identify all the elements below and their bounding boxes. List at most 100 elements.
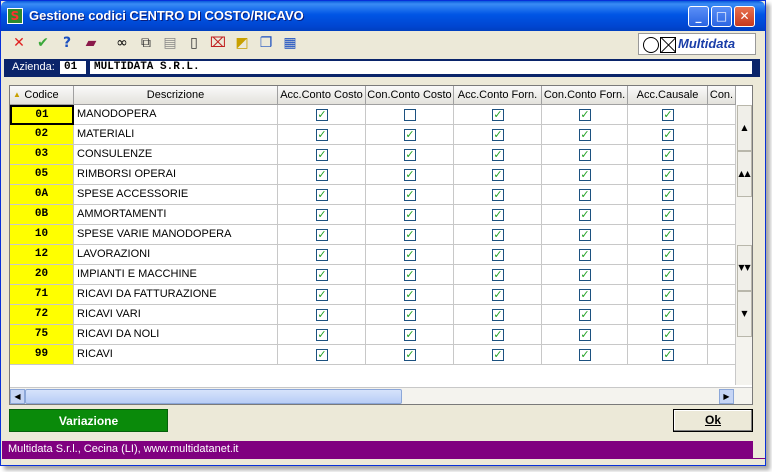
checkbox-cell[interactable]: ✓ — [454, 285, 542, 305]
checked-checkbox-icon[interactable]: ✓ — [579, 149, 591, 161]
checkbox-cell[interactable]: ✓ — [542, 125, 628, 145]
description-cell[interactable]: RIMBORSI OPERAI — [74, 165, 278, 185]
window-icon[interactable]: ❐ — [257, 34, 275, 52]
checked-checkbox-icon[interactable]: ✓ — [404, 289, 416, 301]
checked-checkbox-icon[interactable]: ✓ — [492, 309, 504, 321]
code-cell[interactable]: 03 — [10, 145, 74, 165]
checkbox-cell[interactable]: ✓ — [628, 145, 708, 165]
checked-checkbox-icon[interactable]: ✓ — [316, 109, 328, 121]
checked-checkbox-icon[interactable]: ✓ — [579, 289, 591, 301]
checkbox-cell[interactable]: ✓ — [628, 125, 708, 145]
checked-checkbox-icon[interactable]: ✓ — [492, 109, 504, 121]
checked-checkbox-icon[interactable]: ✓ — [662, 109, 674, 121]
checkbox-cell[interactable]: ✓ — [454, 305, 542, 325]
checkbox-cell[interactable]: ✓ — [278, 325, 366, 345]
checked-checkbox-icon[interactable]: ✓ — [404, 169, 416, 181]
column-header-codice[interactable]: ▲ Codice — [10, 86, 74, 105]
close-button[interactable]: ✕ — [734, 6, 755, 27]
table-row[interactable]: 0A SPESE ACCESSORIE ✓ ✓ ✓ ✓ ✓ — [10, 185, 736, 205]
checked-checkbox-icon[interactable]: ✓ — [579, 269, 591, 281]
checked-checkbox-icon[interactable]: ✓ — [316, 289, 328, 301]
checked-checkbox-icon[interactable]: ✓ — [404, 149, 416, 161]
code-cell[interactable]: 0B — [10, 205, 74, 225]
checkbox-cell[interactable]: ✓ — [542, 205, 628, 225]
checked-checkbox-icon[interactable]: ✓ — [316, 269, 328, 281]
checkbox-cell[interactable]: ✓ — [278, 305, 366, 325]
checked-checkbox-icon[interactable]: ✓ — [492, 149, 504, 161]
checkbox-cell[interactable]: ✓ — [454, 225, 542, 245]
checked-checkbox-icon[interactable]: ✓ — [404, 309, 416, 321]
table-row[interactable]: 72 RICAVI VARI ✓ ✓ ✓ ✓ ✓ — [10, 305, 736, 325]
checkbox-cell[interactable]: ✓ — [542, 225, 628, 245]
table-row[interactable]: 20 IMPIANTI E MACCHINE ✓ ✓ ✓ ✓ ✓ — [10, 265, 736, 285]
checked-checkbox-icon[interactable]: ✓ — [492, 329, 504, 341]
checked-checkbox-icon[interactable]: ✓ — [492, 189, 504, 201]
code-cell[interactable]: 71 — [10, 285, 74, 305]
checkbox-cell[interactable]: ✓ — [278, 345, 366, 365]
column-header-acc-conto-costo[interactable]: Acc.Conto Costo — [278, 86, 366, 105]
maximize-button[interactable]: □ — [711, 6, 732, 27]
delete-row-icon[interactable]: ⌧ — [209, 34, 227, 52]
description-cell[interactable]: RICAVI DA NOLI — [74, 325, 278, 345]
checked-checkbox-icon[interactable]: ✓ — [316, 149, 328, 161]
checked-checkbox-icon[interactable]: ✓ — [316, 349, 328, 361]
checked-checkbox-icon[interactable]: ✓ — [404, 129, 416, 141]
book-icon[interactable]: ▰ — [82, 34, 100, 52]
checkbox-cell[interactable]: ✓ — [278, 185, 366, 205]
checked-checkbox-icon[interactable]: ✓ — [316, 329, 328, 341]
checkbox-cell[interactable]: ✓ — [542, 165, 628, 185]
table-row[interactable]: 05 RIMBORSI OPERAI ✓ ✓ ✓ ✓ ✓ — [10, 165, 736, 185]
checkbox-cell[interactable]: ✓ — [454, 165, 542, 185]
column-header-descrizione[interactable]: Descrizione — [74, 86, 278, 105]
checkbox-cell[interactable]: ✓ — [366, 325, 454, 345]
cancel-icon[interactable]: ✕ — [10, 34, 28, 52]
title-bar[interactable]: S Gestione codici CENTRO DI COSTO/RICAVO… — [1, 1, 765, 31]
table-row[interactable]: 03 CONSULENZE ✓ ✓ ✓ ✓ ✓ — [10, 145, 736, 165]
checked-checkbox-icon[interactable]: ✓ — [579, 349, 591, 361]
checkbox-cell[interactable]: ✓ — [628, 245, 708, 265]
checked-checkbox-icon[interactable]: ✓ — [579, 189, 591, 201]
checkbox-cell[interactable]: ✓ — [628, 345, 708, 365]
checkbox-cell[interactable]: ✓ — [628, 305, 708, 325]
checked-checkbox-icon[interactable]: ✓ — [579, 229, 591, 241]
checked-checkbox-icon[interactable]: ✓ — [404, 349, 416, 361]
checkbox-cell[interactable]: ✓ — [278, 265, 366, 285]
code-cell[interactable]: 20 — [10, 265, 74, 285]
checkbox-cell[interactable]: ✓ — [278, 165, 366, 185]
code-cell[interactable]: 75 — [10, 325, 74, 345]
checked-checkbox-icon[interactable]: ✓ — [492, 249, 504, 261]
checked-checkbox-icon[interactable]: ✓ — [492, 349, 504, 361]
checkbox-cell[interactable]: ✓ — [542, 265, 628, 285]
horizontal-scrollbar[interactable]: ◀ ▶ — [10, 387, 752, 404]
checkbox-cell[interactable]: ✓ — [278, 285, 366, 305]
checkbox-cell[interactable]: ✓ — [366, 165, 454, 185]
checked-checkbox-icon[interactable]: ✓ — [662, 249, 674, 261]
checkbox-cell[interactable]: ✓ — [542, 105, 628, 125]
checkbox-cell[interactable]: ✓ — [366, 205, 454, 225]
checkbox-cell[interactable]: ✓ — [628, 185, 708, 205]
checked-checkbox-icon[interactable]: ✓ — [579, 329, 591, 341]
checked-checkbox-icon[interactable]: ✓ — [316, 249, 328, 261]
column-header-con-conto-forn[interactable]: Con.Conto Forn. — [542, 86, 628, 105]
checked-checkbox-icon[interactable]: ✓ — [492, 269, 504, 281]
checked-checkbox-icon[interactable]: ✓ — [492, 229, 504, 241]
ok-button[interactable]: Ok — [673, 409, 753, 432]
checked-checkbox-icon[interactable]: ✓ — [579, 109, 591, 121]
scroll-left-icon[interactable]: ◀ — [10, 389, 25, 404]
checked-checkbox-icon[interactable]: ✓ — [662, 189, 674, 201]
checkbox-cell[interactable]: ✓ — [454, 205, 542, 225]
checkbox-cell[interactable]: ✓ — [366, 185, 454, 205]
checked-checkbox-icon[interactable]: ✓ — [662, 329, 674, 341]
checked-checkbox-icon[interactable]: ✓ — [316, 309, 328, 321]
table-row[interactable]: 10 SPESE VARIE MANODOPERA ✓ ✓ ✓ ✓ ✓ — [10, 225, 736, 245]
table-row[interactable]: 02 MATERIALI ✓ ✓ ✓ ✓ ✓ — [10, 125, 736, 145]
checked-checkbox-icon[interactable]: ✓ — [662, 149, 674, 161]
checked-checkbox-icon[interactable]: ✓ — [662, 349, 674, 361]
code-cell[interactable]: 01 — [10, 105, 74, 125]
column-header-con-conto-costo[interactable]: Con.Conto Costo — [366, 86, 454, 105]
code-cell[interactable]: 02 — [10, 125, 74, 145]
checked-checkbox-icon[interactable]: ✓ — [492, 129, 504, 141]
table-row[interactable]: 75 RICAVI DA NOLI ✓ ✓ ✓ ✓ ✓ — [10, 325, 736, 345]
app-icon[interactable]: S — [7, 8, 23, 24]
code-cell[interactable]: 72 — [10, 305, 74, 325]
